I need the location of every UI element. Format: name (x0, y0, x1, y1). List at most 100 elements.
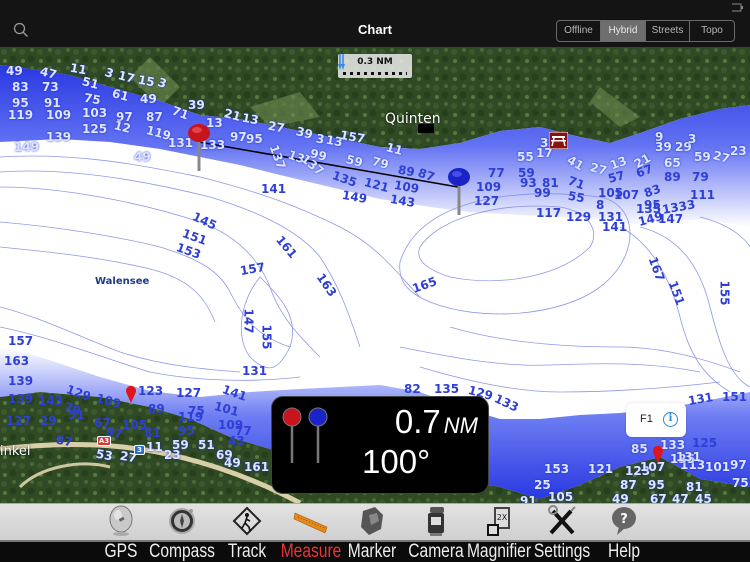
depth-sounding: 83 (12, 80, 29, 94)
toolbar-track[interactable]: Track (224, 503, 270, 562)
depth-sounding: 23 (164, 448, 181, 462)
depth-sounding: 129 (566, 210, 592, 224)
depth-sounding: 117 (536, 206, 562, 220)
measure-start-pin[interactable] (186, 123, 212, 173)
depth-sounding: 49 (140, 92, 157, 106)
depth-sounding: 87 (146, 110, 163, 124)
toolbar-magnifier[interactable]: 2X Magnifier (467, 503, 531, 562)
depth-sounding: 79 (370, 154, 391, 172)
depth-sounding: 11 (146, 440, 163, 454)
depth-sounding: 61 (110, 86, 131, 104)
depth-sounding: 163 (4, 354, 30, 368)
gps-icon (109, 505, 133, 536)
toolbar-compass[interactable]: Compass (149, 503, 215, 562)
depth-sounding: 127 (474, 194, 500, 208)
depth-sounding: 109 (46, 108, 72, 122)
depth-sounding: 59 (344, 152, 365, 170)
depth-sounding: 101 (705, 460, 731, 474)
depth-sounding: 95 (178, 424, 195, 438)
depth-sounding: 55 (566, 188, 586, 206)
battery-icon (732, 3, 743, 12)
toolbar-track-label: Track (227, 541, 267, 562)
depth-sounding: 29 (40, 414, 57, 428)
depth-sounding: 55 (517, 150, 534, 164)
scale-label: 0.3 NM (357, 57, 393, 67)
depth-sounding: 87 (620, 478, 637, 492)
depth-sounding: 27 (588, 160, 609, 178)
depth-sounding: 127 (176, 386, 202, 400)
road-shield-a3: A3 (97, 436, 111, 446)
map-type-offline[interactable]: Offline (557, 21, 600, 41)
depth-sounding: 49 (612, 492, 629, 503)
depth-sounding: 89 (664, 170, 681, 184)
depth-sounding: 155 (717, 280, 732, 306)
map-type-segmented-control: Offline Hybrid Streets Topo (556, 20, 735, 42)
compass-icon (169, 508, 195, 534)
scale-ticks (343, 72, 407, 75)
toolbar-help[interactable]: ? Help (602, 503, 646, 562)
marker-callout[interactable]: F1 i (626, 403, 686, 437)
depth-sounding: 155 (259, 324, 274, 350)
depth-sounding: 75 (82, 90, 102, 108)
depth-sounding: 147 (658, 212, 684, 226)
svg-text:?: ? (620, 512, 628, 527)
scale-bar: 0.3 NM (338, 54, 412, 78)
measure-pins-icon (282, 407, 328, 463)
depth-sounding: 3 (688, 132, 697, 146)
depth-sounding: 123 (138, 384, 164, 398)
map-type-streets[interactable]: Streets (645, 21, 689, 41)
depth-sounding: 47 (672, 492, 689, 503)
info-icon[interactable]: i (663, 412, 678, 427)
toolbar-camera[interactable]: Camera (408, 503, 464, 562)
toolbar-marker[interactable]: Marker (346, 503, 398, 562)
place-label-inkel: inkel (0, 444, 31, 459)
scale-arrow-right-icon (338, 54, 342, 70)
depth-sounding: 49 (6, 64, 23, 78)
map-type-hybrid[interactable]: Hybrid (600, 21, 645, 41)
depth-sounding: 39 (655, 140, 672, 154)
measure-end-pin[interactable] (446, 167, 472, 217)
toolbar-gps[interactable]: GPS (100, 503, 142, 562)
marker-pin-f1[interactable] (652, 445, 664, 463)
marker-callout-label: F1 (640, 413, 653, 425)
depth-sounding: 139 (46, 130, 72, 144)
toolbar-settings-label: Settings (533, 541, 591, 562)
depth-sounding: 143 (38, 394, 64, 408)
ruler-icon (293, 512, 328, 534)
depth-sounding: 107 (614, 188, 640, 202)
depth-sounding: 75 (188, 404, 205, 418)
depth-sounding: 121 (588, 462, 614, 476)
picnic-area-icon[interactable] (549, 132, 568, 149)
poi-marker (418, 124, 434, 133)
toolbar-settings[interactable]: Settings (533, 503, 591, 562)
marker-pin[interactable] (125, 385, 137, 403)
depth-sounding: 79 (692, 170, 709, 184)
depth-sounding: 51 (80, 74, 101, 92)
depth-sounding: 73 (42, 80, 59, 94)
depth-sounding: 139 (8, 374, 34, 388)
bottom-toolbar: GPS Compass Track Measure Marker Camera … (0, 503, 750, 562)
depth-sounding: 99 (534, 186, 551, 200)
depth-sounding: 49 (134, 150, 151, 164)
toolbar-measure-label: Measure (280, 541, 342, 562)
track-icon (232, 506, 262, 536)
place-label-walensee: Walensee (95, 276, 150, 287)
depth-sounding: 151 (722, 390, 748, 404)
depth-sounding: 103 (82, 106, 108, 120)
depth-sounding: 45 (695, 492, 712, 503)
map-type-topo[interactable]: Topo (689, 21, 734, 41)
measure-readout-panel: 0.7 NM 100° (271, 396, 489, 494)
depth-sounding: 67 (650, 492, 667, 503)
depth-sounding: 77 (488, 166, 505, 180)
top-nav-bar: Chart Offline Hybrid Streets Topo (0, 0, 750, 47)
depth-sounding: 149 (14, 140, 40, 154)
depth-sounding: 47 (38, 64, 59, 82)
toolbar-gps-label: GPS (104, 541, 138, 562)
depth-sounding: 75 (732, 476, 749, 490)
measure-distance: 0.7 NM (395, 403, 478, 441)
depth-sounding: 23 (730, 144, 747, 158)
marker-icon (361, 507, 383, 535)
depth-sounding: 125 (82, 122, 108, 136)
depth-sounding: 97 (730, 458, 747, 472)
toolbar-measure[interactable]: Measure (281, 503, 341, 562)
